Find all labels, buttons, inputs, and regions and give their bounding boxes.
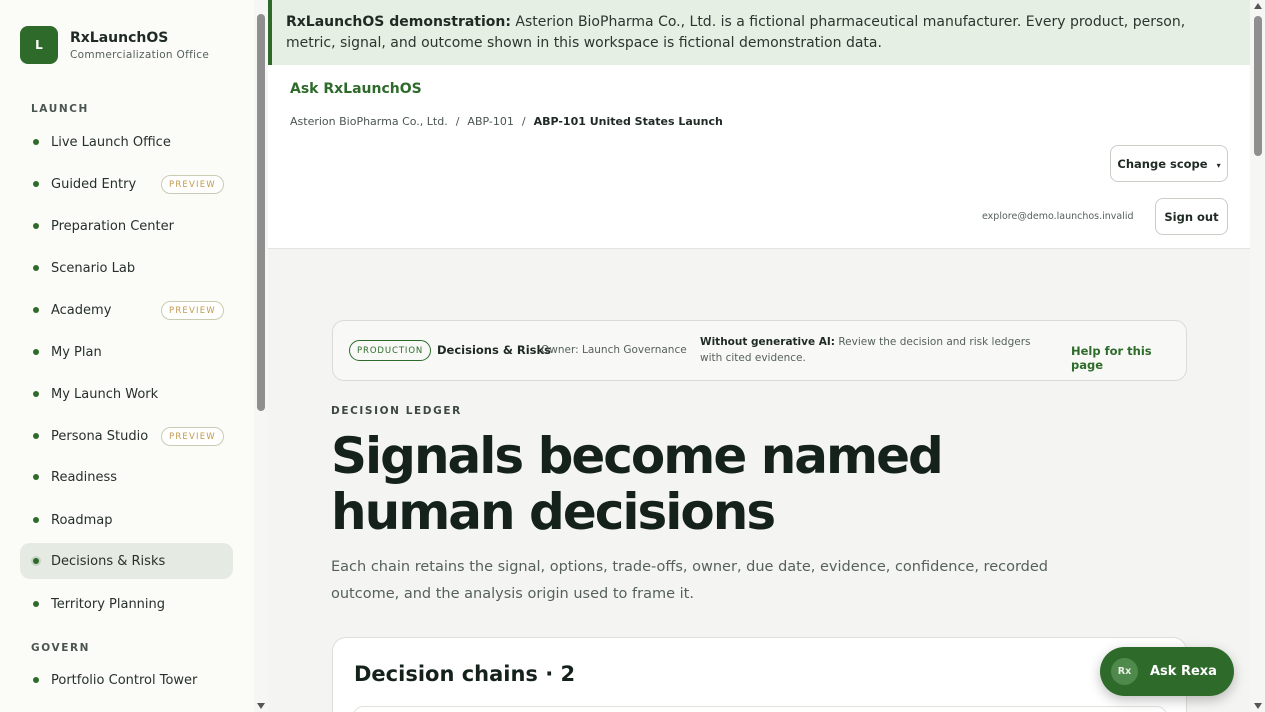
bullet-icon: [33, 223, 39, 229]
sidebar-item-label: Scenario Lab: [51, 260, 136, 276]
breadcrumb: Asterion BioPharma Co., Ltd. / ABP-101 /…: [290, 115, 723, 128]
bullet-icon: [33, 265, 39, 271]
decision-chains-card: Decision chains · 2: [332, 637, 1187, 712]
bullet-icon: [33, 677, 39, 683]
chevron-down-icon: ▾: [1216, 161, 1221, 170]
preview-badge: PREVIEW: [161, 301, 224, 320]
ask-rexa-button[interactable]: Rx Ask Rexa: [1100, 647, 1234, 696]
sidebar: L RxLaunchOS Commercialization Office LA…: [0, 0, 254, 712]
page-info-strip: PRODUCTION Decisions & Risks Owner: Laun…: [332, 320, 1187, 381]
main-scrollbar[interactable]: [1250, 0, 1265, 712]
bullet-icon: [33, 558, 39, 564]
ask-rexa-label: Ask Rexa: [1150, 664, 1217, 679]
bullet-icon: [33, 601, 39, 607]
no-ai-label: Without generative AI:: [700, 336, 836, 348]
sidebar-scrollbar[interactable]: [254, 0, 268, 712]
no-ai-note: Without generative AI: Review the decisi…: [700, 334, 1050, 366]
sidebar-item-label: Persona Studio: [51, 428, 149, 444]
bullet-icon: [33, 474, 39, 480]
sidebar-item-label: Readiness: [51, 469, 118, 485]
page-owner: Owner: Launch Governance: [541, 344, 687, 356]
sidebar-item-academy[interactable]: Academy PREVIEW: [20, 292, 233, 328]
brand-subtitle: Commercialization Office: [70, 48, 210, 61]
page-description: Each chain retains the signal, options, …: [331, 559, 1048, 602]
bullet-icon: [33, 391, 39, 397]
rexa-avatar: Rx: [1111, 658, 1138, 685]
scroll-down-arrow-icon[interactable]: [1254, 703, 1262, 709]
breadcrumb-product[interactable]: ABP-101: [467, 115, 513, 128]
sidebar-item-live-launch-office[interactable]: Live Launch Office: [20, 124, 233, 160]
preview-badge: PREVIEW: [161, 427, 224, 446]
page-title: Signals become named human decisions: [331, 427, 944, 541]
sidebar-item-label: Decisions & Risks: [51, 553, 166, 569]
sidebar-item-my-launch-work[interactable]: My Launch Work: [20, 376, 233, 412]
help-link[interactable]: Help for this page: [1071, 344, 1186, 372]
decision-chains-title: Decision chains · 2: [354, 662, 576, 686]
bullet-icon: [33, 181, 39, 187]
sidebar-item-label: Guided Entry: [51, 176, 137, 192]
sidebar-item-label: Preparation Center: [51, 218, 174, 234]
sidebar-item-territory-planning[interactable]: Territory Planning: [20, 586, 233, 622]
sidebar-item-label: Academy: [51, 302, 112, 318]
sidebar-item-preparation-center[interactable]: Preparation Center: [20, 208, 233, 244]
breadcrumb-current: ABP-101 United States Launch: [533, 115, 723, 128]
sidebar-item-label: My Launch Work: [51, 386, 159, 402]
nav-section-launch: LAUNCH: [31, 103, 89, 115]
main-content: RxLaunchOS demonstration: Asterion BioPh…: [268, 0, 1250, 712]
scrollbar-thumb[interactable]: [257, 14, 265, 411]
decision-chain-item[interactable]: [353, 706, 1167, 712]
brand-name: RxLaunchOS: [70, 29, 169, 46]
sidebar-item-readiness[interactable]: Readiness: [20, 459, 233, 495]
bullet-icon: [33, 433, 39, 439]
sign-out-button[interactable]: Sign out: [1155, 198, 1228, 235]
demo-banner: RxLaunchOS demonstration: Asterion BioPh…: [268, 0, 1250, 65]
sidebar-item-scenario-lab[interactable]: Scenario Lab: [20, 250, 233, 286]
sidebar-item-portfolio-control-tower[interactable]: Portfolio Control Tower: [20, 662, 233, 698]
breadcrumb-separator: /: [455, 115, 460, 128]
scroll-down-arrow-icon[interactable]: [257, 703, 265, 709]
bullet-icon: [33, 307, 39, 313]
sidebar-item-label: Live Launch Office: [51, 134, 171, 150]
ask-rxlaunchos-link[interactable]: Ask RxLaunchOS: [290, 81, 422, 97]
production-badge: PRODUCTION: [349, 340, 432, 361]
user-email: explore@demo.launchos.invalid: [982, 211, 1134, 222]
sidebar-item-decisions-risks[interactable]: Decisions & Risks: [20, 543, 233, 579]
sidebar-item-roadmap[interactable]: Roadmap: [20, 502, 233, 538]
scrollbar-thumb[interactable]: [1254, 16, 1262, 156]
section-eyebrow: DECISION LEDGER: [331, 405, 462, 417]
nav-section-govern: GOVERN: [31, 642, 91, 654]
change-scope-label: Change scope: [1117, 156, 1208, 171]
preview-badge: PREVIEW: [161, 175, 224, 194]
sidebar-item-my-plan[interactable]: My Plan: [20, 334, 233, 370]
sidebar-item-guided-entry[interactable]: Guided Entry PREVIEW: [20, 166, 233, 202]
bullet-icon: [33, 517, 39, 523]
sidebar-item-label: Roadmap: [51, 512, 113, 528]
sidebar-item-label: My Plan: [51, 344, 102, 360]
scroll-up-arrow-icon[interactable]: [1254, 3, 1262, 9]
brand[interactable]: L RxLaunchOS Commercialization Office: [20, 26, 209, 64]
breadcrumb-separator: /: [521, 115, 526, 128]
page-header: Ask RxLaunchOS Asterion BioPharma Co., L…: [268, 65, 1250, 249]
sidebar-item-label: Territory Planning: [51, 596, 166, 612]
demo-banner-title: RxLaunchOS demonstration:: [286, 14, 511, 30]
app: L RxLaunchOS Commercialization Office LA…: [0, 0, 1265, 712]
bullet-icon: [33, 139, 39, 145]
brand-logo: L: [20, 26, 58, 64]
page-strip-title: Decisions & Risks: [437, 343, 551, 357]
breadcrumb-company[interactable]: Asterion BioPharma Co., Ltd.: [290, 115, 448, 128]
change-scope-button[interactable]: Change scope ▾: [1110, 145, 1228, 182]
sidebar-item-label: Portfolio Control Tower: [51, 672, 198, 688]
bullet-icon: [33, 349, 39, 355]
sidebar-item-persona-studio[interactable]: Persona Studio PREVIEW: [20, 418, 233, 454]
